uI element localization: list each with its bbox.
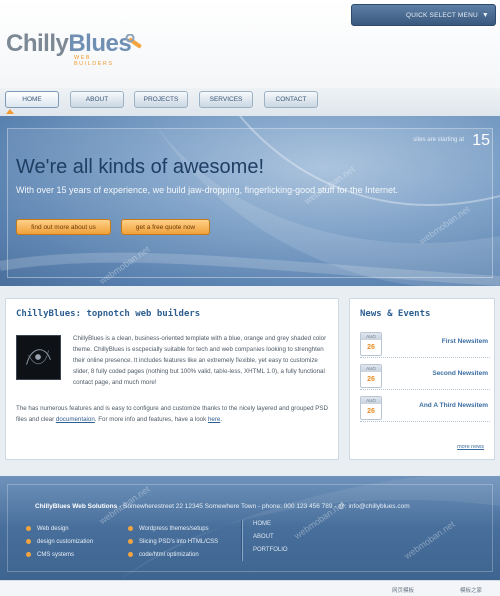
find-out-more-button[interactable]: find out more about us [16,219,111,235]
service-item: Web design [26,522,93,535]
nav-home[interactable]: HOME [5,91,59,108]
calendar-icon: AUG 26 [360,396,382,420]
intro-box: ChillyBlues: topnotch web builders Chill… [5,298,339,460]
bottom-right-text[interactable]: 模板之家 [460,586,482,594]
footer-address: - Somewherestreet 22 12345 Somewhere Tow… [117,503,410,510]
news-box: News & Events AUG 26 First Newsitem AUG 26… [349,298,495,460]
footer-divider [241,520,243,561]
page: QUICK SELECT MENU ▼ ChillyBlues WEB BUIL… [0,0,500,596]
footer-link-about[interactable]: ABOUT [253,534,288,547]
services-list-2: Wordpress themes/setups Slicing PSD's in… [128,522,218,561]
bottom-bar: 网页模板 模板之家 [0,580,500,596]
service-label: CMS systems [37,551,75,558]
header: QUICK SELECT MENU ▼ ChillyBlues WEB BUIL… [0,0,500,88]
news-month: AUG [361,365,381,372]
news-item-label[interactable]: First Newsitem [442,338,488,345]
bullet-icon [128,526,133,531]
service-item: code/html optimization [128,548,218,561]
hero-slider: sites are starting at 15 We're all kinds… [0,116,500,286]
bullet-icon [26,526,31,531]
footer-links: HOME ABOUT PORTFOLIO [253,521,288,560]
calendar-icon: AUG 26 [360,364,382,388]
service-label: design customization [37,538,94,545]
quick-select-label: QUICK SELECT MENU [405,11,478,19]
logo-tagline: WEB BUILDERS [74,55,114,67]
footer: ChillyBlues Web Solutions - Somewherestr… [0,476,500,580]
service-label: code/html optimization [139,551,199,558]
nav-contact-label: CONTACT [275,96,307,103]
chevron-down-icon: ▼ [481,11,489,19]
news-month: AUG [361,333,381,340]
quick-select-menu[interactable]: QUICK SELECT MENU ▼ [351,4,496,26]
news-day: 26 [367,376,375,383]
news-month: AUG [361,397,381,404]
intro-para2-text-b: . For more info and features, have a loo… [94,416,208,423]
service-item: design customization [26,535,93,548]
service-item: Wordpress themes/setups [128,522,218,535]
hero-tagline: With over 15 years of experience, we bui… [16,185,399,195]
intro-paragraph-2: The has numerous features and is easy to… [16,403,334,425]
logo[interactable]: ChillyBlues WEB BUILDERS [6,30,132,67]
main-nav: HOME ABOUT PROJECTS SERVICES CONTACT [0,88,500,116]
service-item: Slicing PSD's into HTML/CSS [128,535,218,548]
news-item[interactable]: AUG 26 First Newsitem [360,332,490,358]
calendar-icon: AUG 26 [360,332,382,356]
nav-home-label: HOME [22,96,42,103]
hero-panel [7,128,493,278]
service-label: Slicing PSD's into HTML/CSS [139,538,219,545]
news-item-label[interactable]: And A Third Newsitem [419,402,488,409]
wrench-icon [125,34,142,49]
news-day: 26 [367,344,375,351]
news-item[interactable]: AUG 26 And A Third Newsitem [360,396,490,422]
nav-about[interactable]: ABOUT [70,91,124,108]
nav-services[interactable]: SERVICES [199,91,253,108]
documentation-link[interactable]: documentaion [56,416,95,423]
news-item-label[interactable]: Second Newsitem [432,370,488,377]
bottom-left-text[interactable]: 网页模板 [392,586,414,594]
nav-about-label: ABOUT [85,96,109,103]
services-list-1: Web design design customization CMS syst… [26,522,93,561]
intro-para2-text-c: . [220,416,223,423]
thumbnail-image [26,349,51,365]
free-quote-label: get a free quote now [135,223,196,231]
active-nav-marker [6,109,14,114]
footer-company: ChillyBlues Web Solutions [35,503,118,510]
free-quote-button[interactable]: get a free quote now [121,219,210,235]
bullet-icon [128,552,133,557]
hero-headline: We're all kinds of awesome! [16,156,264,178]
news-item[interactable]: AUG 26 Second Newsitem [360,364,490,390]
nav-projects-label: PROJECTS [143,96,179,103]
content-area: ChillyBlues: topnotch web builders Chill… [0,286,500,476]
nav-services-label: SERVICES [209,96,243,103]
find-out-more-label: find out more about us [31,223,96,231]
service-label: Web design [37,525,69,532]
intro-thumbnail[interactable] [16,335,61,380]
news-day: 26 [367,408,375,415]
service-item: CMS systems [26,548,93,561]
nav-projects[interactable]: PROJECTS [134,91,188,108]
bullet-icon [26,552,31,557]
bullet-icon [26,539,31,544]
bullet-icon [128,539,133,544]
footer-contact: ChillyBlues Web Solutions - Somewherestr… [35,503,410,510]
logo-name-chilly: Chilly [6,30,69,57]
news-title: News & Events [360,309,431,319]
starting-price: 15 [472,132,490,149]
more-news-link[interactable]: more news [457,444,484,450]
here-link[interactable]: here [208,416,220,423]
nav-contact[interactable]: CONTACT [264,91,318,108]
service-label: Wordpress themes/setups [139,525,209,532]
footer-link-home[interactable]: HOME [253,521,288,534]
starting-at-text: sites are starting at [413,137,464,143]
footer-link-portfolio[interactable]: PORTFOLIO [253,547,288,560]
logo-name-blues: Blues [68,30,132,57]
intro-title: ChillyBlues: topnotch web builders [16,309,201,319]
intro-paragraph-1: ChillyBlues is a clean, business-oriente… [73,335,327,386]
